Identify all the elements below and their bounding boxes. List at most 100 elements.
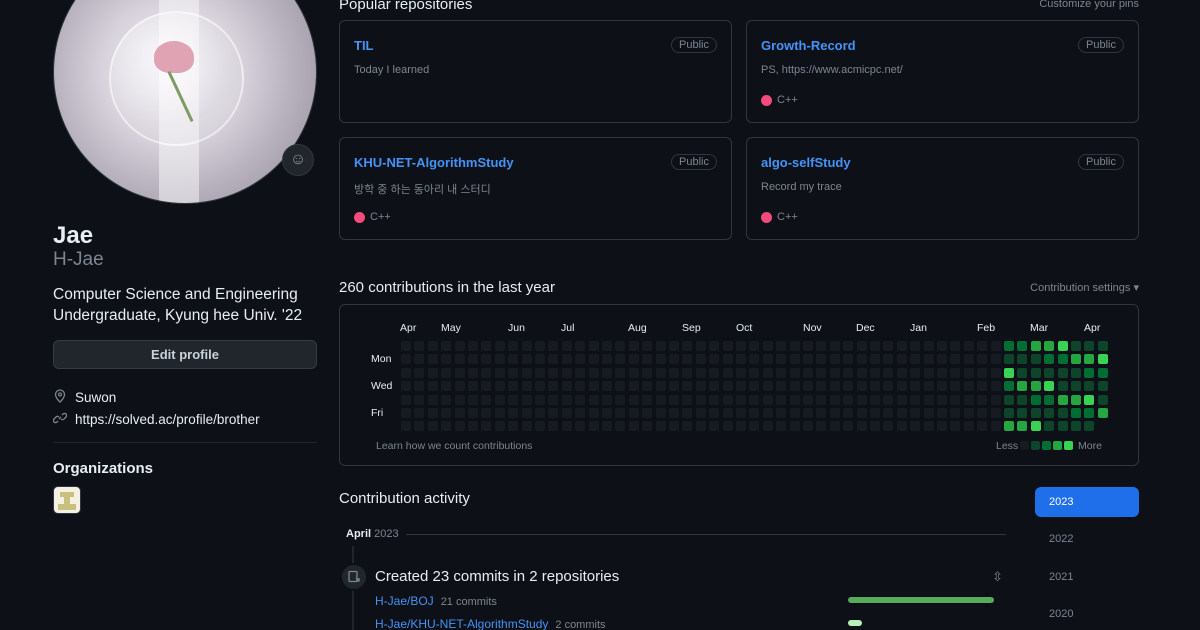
contribution-day[interactable] xyxy=(695,421,706,432)
contribution-day[interactable] xyxy=(963,394,974,405)
contribution-day[interactable] xyxy=(843,381,854,392)
contribution-day[interactable] xyxy=(454,367,465,378)
contribution-day[interactable] xyxy=(762,354,773,365)
contribution-day[interactable] xyxy=(937,394,947,405)
contribution-day[interactable] xyxy=(803,367,813,378)
contribution-day[interactable] xyxy=(655,408,666,418)
contribution-day[interactable] xyxy=(441,354,452,365)
contribution-day[interactable] xyxy=(1097,381,1108,392)
contribution-day[interactable] xyxy=(588,341,599,351)
contribution-day[interactable] xyxy=(1017,354,1028,365)
contribution-day[interactable] xyxy=(816,381,827,392)
contribution-day[interactable] xyxy=(414,408,425,418)
contribution-day[interactable] xyxy=(883,381,894,392)
contribution-day[interactable] xyxy=(1044,367,1055,378)
contribution-day[interactable] xyxy=(950,394,961,405)
commit-count-link[interactable]: 2 commits xyxy=(555,619,605,630)
contribution-day[interactable] xyxy=(896,421,907,432)
contribution-day[interactable] xyxy=(829,394,840,405)
contribution-day[interactable] xyxy=(1057,354,1068,365)
contribution-day[interactable] xyxy=(441,367,452,378)
contribution-day[interactable] xyxy=(923,421,934,432)
contribution-day[interactable] xyxy=(695,408,706,418)
contribution-day[interactable] xyxy=(1044,354,1055,365)
contribution-day[interactable] xyxy=(856,367,867,378)
contribution-day[interactable] xyxy=(722,341,733,351)
contribution-day[interactable] xyxy=(695,367,706,378)
contribution-day[interactable] xyxy=(709,394,720,405)
contribution-day[interactable] xyxy=(642,408,653,418)
contribution-day[interactable] xyxy=(803,381,813,392)
contribution-day[interactable] xyxy=(856,381,867,392)
contribution-day[interactable] xyxy=(655,421,666,432)
contribution-day[interactable] xyxy=(468,421,478,432)
contribution-day[interactable] xyxy=(535,367,545,378)
contribution-day[interactable] xyxy=(655,341,666,351)
contribution-day[interactable] xyxy=(575,354,586,365)
contribution-day[interactable] xyxy=(963,354,974,365)
contribution-day[interactable] xyxy=(1097,367,1108,378)
contribution-day[interactable] xyxy=(468,408,478,418)
contribution-day[interactable] xyxy=(870,341,880,351)
contribution-day[interactable] xyxy=(722,421,733,432)
contribution-day[interactable] xyxy=(736,354,746,365)
website-link[interactable]: https://solved.ac/profile/brother xyxy=(75,412,260,427)
contribution-day[interactable] xyxy=(749,381,760,392)
contribution-day[interactable] xyxy=(628,408,639,418)
contribution-day[interactable] xyxy=(776,394,787,405)
contribution-day[interactable] xyxy=(923,408,934,418)
contribution-day[interactable] xyxy=(669,394,679,405)
contribution-day[interactable] xyxy=(870,381,880,392)
contribution-day[interactable] xyxy=(816,421,827,432)
contribution-day[interactable] xyxy=(977,381,988,392)
contribution-day[interactable] xyxy=(950,408,961,418)
contribution-day[interactable] xyxy=(508,381,519,392)
contribution-day[interactable] xyxy=(508,354,519,365)
contribution-day[interactable] xyxy=(963,341,974,351)
contribution-day[interactable] xyxy=(588,421,599,432)
contribution-day[interactable] xyxy=(789,408,800,418)
contribution-day[interactable] xyxy=(682,421,693,432)
contribution-day[interactable] xyxy=(454,381,465,392)
contribution-day[interactable] xyxy=(789,354,800,365)
contribution-day[interactable] xyxy=(1017,367,1028,378)
contribution-day[interactable] xyxy=(856,341,867,351)
contribution-day[interactable] xyxy=(414,341,425,351)
contribution-day[interactable] xyxy=(494,381,505,392)
contribution-day[interactable] xyxy=(602,381,612,392)
contribution-day[interactable] xyxy=(427,421,438,432)
contribution-day[interactable] xyxy=(427,394,438,405)
contribution-day[interactable] xyxy=(682,381,693,392)
contribution-day[interactable] xyxy=(762,394,773,405)
contribution-day[interactable] xyxy=(508,394,519,405)
contribution-day[interactable] xyxy=(1030,408,1041,418)
contribution-day[interactable] xyxy=(401,421,411,432)
contribution-settings-dropdown[interactable]: Contribution settings ▾ xyxy=(1030,281,1139,294)
contribution-day[interactable] xyxy=(762,341,773,351)
contribution-day[interactable] xyxy=(789,341,800,351)
contribution-day[interactable] xyxy=(588,381,599,392)
contribution-day[interactable] xyxy=(427,408,438,418)
contribution-day[interactable] xyxy=(736,367,746,378)
contribution-day[interactable] xyxy=(695,381,706,392)
customize-pins-link[interactable]: Customize your pins xyxy=(1039,0,1139,10)
contribution-day[interactable] xyxy=(963,381,974,392)
contribution-day[interactable] xyxy=(561,421,572,432)
contribution-day[interactable] xyxy=(414,367,425,378)
contribution-day[interactable] xyxy=(575,394,586,405)
contribution-day[interactable] xyxy=(481,394,492,405)
contribution-day[interactable] xyxy=(521,341,532,351)
contribution-day[interactable] xyxy=(682,367,693,378)
contribution-day[interactable] xyxy=(642,394,653,405)
contribution-day[interactable] xyxy=(709,408,720,418)
contribution-day[interactable] xyxy=(709,341,720,351)
contribution-day[interactable] xyxy=(963,367,974,378)
contribution-day[interactable] xyxy=(1071,341,1081,351)
contribution-day[interactable] xyxy=(1044,408,1055,418)
contribution-day[interactable] xyxy=(548,354,559,365)
commit-count-link[interactable]: 21 commits xyxy=(441,596,497,608)
contribution-day[interactable] xyxy=(441,381,452,392)
contribution-day[interactable] xyxy=(628,421,639,432)
contribution-day[interactable] xyxy=(923,381,934,392)
contribution-day[interactable] xyxy=(1030,421,1041,432)
